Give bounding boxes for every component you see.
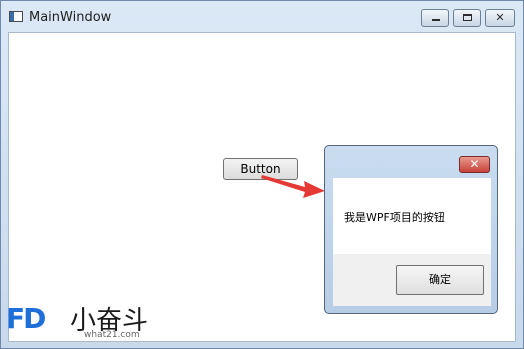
ok-button[interactable]: 确定 [396,265,484,295]
arrow-shape [261,175,325,198]
message-box-dialog: ✕ 我是WPF项目的按钮 确定 [324,145,498,314]
close-icon: ✕ [469,157,480,171]
brand-url: what21.com [84,330,140,340]
dialog-body: 我是WPF项目的按钮 确定 [333,178,491,306]
dialog-footer: 确定 [333,254,491,306]
watermark-logo: FD 小奋斗 what21.com [6,300,156,344]
logo-mark: FD [6,302,46,335]
dialog-close-button[interactable]: ✕ [459,156,490,173]
dialog-message: 我是WPF项目的按钮 [344,211,445,224]
